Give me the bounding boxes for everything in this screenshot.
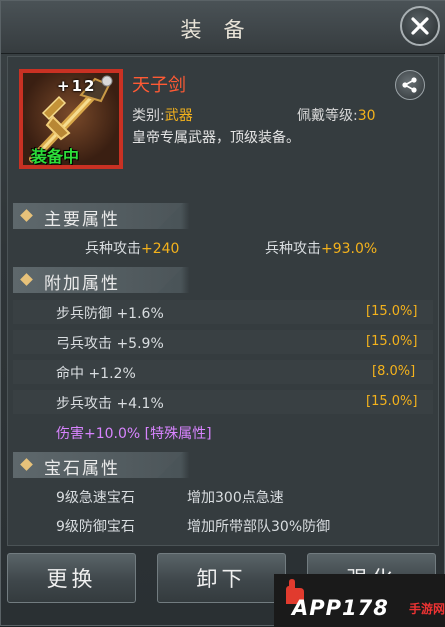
category-label: 类别: [132, 108, 165, 124]
close-icon [411, 17, 429, 35]
diamond-icon [20, 209, 33, 222]
section-title: 附加属性 [44, 274, 120, 294]
item-icon-frame[interactable]: +12 装备中 [19, 69, 123, 169]
diamond-icon [20, 458, 33, 471]
extra-stat-3: 命中 +1.2% [56, 366, 136, 382]
enhance-level: +12 [57, 77, 97, 95]
section-title: 宝石属性 [44, 459, 120, 479]
section-title: 主要属性 [44, 210, 120, 230]
item-level: 佩戴等级:30 [297, 105, 376, 125]
unequip-button[interactable]: 卸下 [157, 553, 286, 603]
special-attribute: 伤害+10.0% [特殊属性] [56, 426, 212, 442]
equipped-badge: 装备中 [31, 147, 80, 165]
gem-1-name: 9级急速宝石 [56, 490, 135, 506]
stat-name: 兵种攻击 [85, 241, 141, 257]
level-label: 佩戴等级: [297, 108, 358, 124]
watermark-text: APP178 [292, 596, 389, 620]
watermark-logo: APP178 手游网 [274, 574, 445, 627]
extra-stat-1: 步兵防御 +1.6% [56, 306, 164, 322]
item-category: 类别:武器 [132, 105, 193, 125]
extra-stat-3-range: [8.0%] [372, 364, 416, 379]
section-main-attributes: 主要属性 [13, 203, 433, 230]
item-description: 皇帝专属武器，顶级装备。 [132, 130, 300, 146]
extra-stat-1-range: [15.0%] [366, 304, 418, 319]
extra-stat-4-range: [15.0%] [366, 394, 418, 409]
replace-button[interactable]: 更换 [7, 553, 136, 603]
main-stat-2: 兵种攻击+93.0% [265, 238, 377, 258]
stat-value: +93.0% [321, 241, 378, 257]
category-value: 武器 [164, 108, 193, 124]
diamond-icon [20, 273, 33, 286]
title-bar: 装备 [1, 1, 445, 54]
share-button[interactable] [395, 70, 425, 100]
extra-stat-4: 步兵攻击 +4.1% [56, 396, 164, 412]
main-stat-1: 兵种攻击+240 [85, 238, 179, 258]
level-value: 30 [357, 108, 376, 124]
gem-2-effect: 增加所带部队30%防御 [187, 519, 331, 535]
close-button[interactable] [400, 6, 440, 46]
window-title: 装备 [180, 18, 267, 42]
extra-stat-2: 弓兵攻击 +5.9% [56, 336, 164, 352]
extra-stat-2-range: [15.0%] [366, 334, 418, 349]
section-extra-attributes: 附加属性 [13, 267, 433, 294]
equipment-panel: 装备 +12 装备中 天子剑 类别:武器 佩戴等级:30 皇帝专属武器，顶级装备… [0, 0, 445, 627]
share-icon [402, 77, 417, 93]
item-name: 天子剑 [132, 75, 186, 96]
gem-1-effect: 增加300点急速 [187, 490, 284, 506]
item-icon: +12 装备中 [23, 73, 119, 165]
stat-name: 兵种攻击 [265, 241, 321, 257]
watermark-sub: 手游网 [409, 602, 445, 616]
section-gem-attributes: 宝石属性 [13, 452, 433, 479]
gem-2-name: 9级防御宝石 [56, 519, 135, 535]
stat-value: +240 [141, 241, 180, 257]
